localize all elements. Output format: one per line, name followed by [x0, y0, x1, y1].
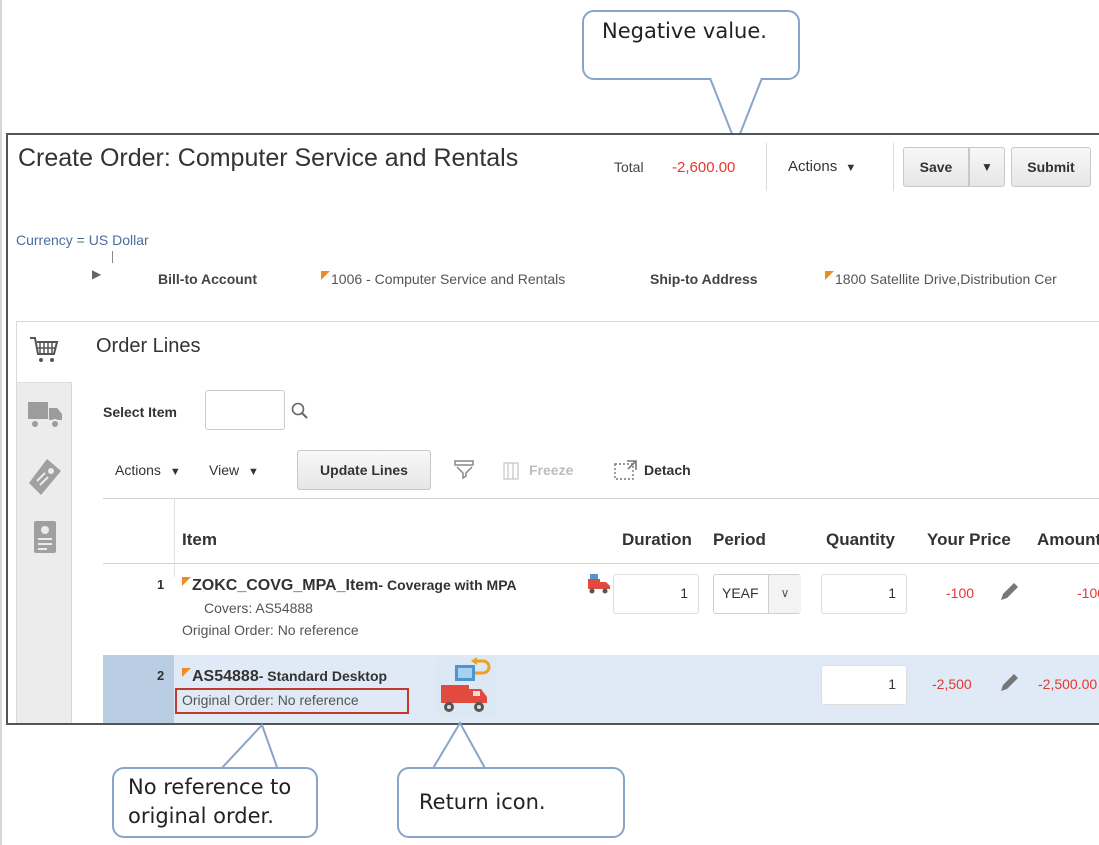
lines-actions-label: Actions	[115, 462, 161, 478]
your-price-value: -2,500	[932, 676, 972, 692]
filter-icon[interactable]	[454, 460, 476, 480]
side-tab-order-lines[interactable]	[17, 322, 72, 383]
service-truck-icon	[588, 574, 610, 594]
required-flag-icon	[321, 271, 330, 280]
callout-no-reference: No reference to original order.	[112, 767, 318, 838]
callout-negative-value-text: Negative value.	[602, 19, 767, 43]
table-row[interactable]: 1 ZOKC_COVG_MPA_Item- Coverage with MPA …	[103, 564, 1099, 654]
search-icon[interactable]	[290, 401, 310, 421]
item-code: AS54888	[192, 668, 259, 685]
total-label: Total	[614, 159, 644, 175]
select-item-label: Select Item	[103, 404, 177, 420]
order-lines-panel: Order Lines Select Item Actions ▼ View ▼…	[16, 321, 1099, 723]
caret-down-icon: ▼	[845, 162, 857, 174]
period-select[interactable]: YEAF ∨	[713, 574, 801, 614]
quantity-input[interactable]: 1	[821, 665, 907, 705]
save-label: Save	[919, 159, 953, 175]
ship-to-text: 1800 Satellite Drive,Distribution Cer	[835, 271, 1057, 287]
callout-negative-value: Negative value.	[582, 10, 800, 80]
covers-text: Covers: AS54888	[204, 600, 313, 616]
header-separator	[893, 143, 894, 191]
freeze-icon	[503, 462, 519, 480]
submit-label: Submit	[1027, 159, 1075, 175]
callout-left-pointer	[219, 723, 279, 771]
column-header-your-price[interactable]: Your Price	[927, 530, 1011, 550]
column-header-item[interactable]: Item	[182, 530, 217, 550]
amount-value: -2,500.00	[1038, 676, 1098, 692]
update-lines-label: Update Lines	[320, 462, 408, 478]
item-code: ZOKC_COVG_MPA_Item	[192, 577, 379, 594]
caret-down-icon: ▼	[247, 466, 259, 478]
page-left-border	[0, 0, 2, 845]
freeze-button[interactable]: Freeze	[529, 462, 573, 478]
page-title: Create Order: Computer Service and Renta…	[18, 144, 519, 172]
bill-to-text: 1006 - Computer Service and Rentals	[331, 271, 566, 287]
truck-icon[interactable]	[27, 400, 63, 430]
detach-button[interactable]: Detach	[644, 462, 691, 478]
item-name[interactable]: AS54888- Standard Desktop	[182, 668, 387, 686]
quantity-input[interactable]: 1	[821, 574, 907, 614]
your-price-value: -100	[946, 585, 975, 601]
period-value: YEAF	[722, 585, 759, 601]
column-header-duration[interactable]: Duration	[622, 530, 692, 550]
table-row-selected[interactable]: 2 AS54888- Standard Desktop Original Ord…	[103, 655, 1099, 723]
page-actions-label: Actions	[788, 158, 838, 175]
detach-icon[interactable]	[614, 459, 638, 481]
bill-to-label: Bill-to Account	[158, 271, 258, 287]
column-header-period[interactable]: Period	[713, 530, 766, 550]
lines-actions-menu[interactable]: Actions ▼	[115, 462, 181, 478]
page-actions-menu[interactable]: Actions ▼	[788, 158, 856, 175]
callout-right-pointer	[431, 720, 487, 771]
row-number: 2	[157, 668, 165, 683]
side-tab-strip	[17, 322, 72, 723]
cart-icon	[30, 337, 59, 362]
original-order-text: Original Order: No reference	[182, 622, 359, 638]
item-description: - Coverage with MPA	[378, 577, 517, 593]
callout-no-reference-text: No reference to original order.	[128, 775, 292, 828]
edit-pencil-icon[interactable]	[998, 672, 1020, 694]
price-tag-icon[interactable]	[27, 457, 63, 497]
save-button[interactable]: Save	[903, 147, 969, 187]
original-order-text: Original Order: No reference	[182, 692, 359, 708]
ship-to-value: 1800 Satellite Drive,Distribution Cer	[825, 271, 1057, 287]
callout-return-icon: Return icon.	[397, 767, 625, 838]
caret-down-icon: ▼	[169, 466, 181, 478]
item-description: - Standard Desktop	[258, 668, 388, 684]
column-header-amount[interactable]: Amount	[1037, 530, 1099, 550]
required-flag-icon	[182, 668, 191, 677]
required-flag-icon	[825, 271, 834, 280]
callout-return-icon-text: Return icon.	[419, 790, 546, 814]
required-flag-icon	[182, 577, 191, 586]
row-number: 1	[157, 577, 165, 592]
edit-pencil-icon[interactable]	[998, 581, 1020, 603]
item-name[interactable]: ZOKC_COVG_MPA_Item- Coverage with MPA	[182, 577, 517, 595]
order-lines-title: Order Lines	[96, 335, 201, 357]
caret-down-icon: ▼	[981, 160, 993, 174]
submit-button[interactable]: Submit	[1011, 147, 1091, 187]
duration-input[interactable]: 1	[613, 574, 699, 614]
contact-card-icon[interactable]	[33, 520, 57, 554]
cursor-marker	[112, 251, 113, 263]
table-top-border	[103, 498, 1099, 499]
amount-value: -100	[1077, 585, 1099, 601]
view-menu[interactable]: View ▼	[209, 462, 259, 478]
return-icon[interactable]	[431, 657, 497, 717]
ship-to-label: Ship-to Address	[650, 271, 758, 287]
row-number-cell	[103, 655, 174, 723]
save-menu-button[interactable]: ▼	[969, 147, 1005, 187]
create-order-window: Create Order: Computer Service and Renta…	[6, 133, 1099, 725]
view-label: View	[209, 462, 240, 478]
header-separator	[766, 143, 767, 191]
bill-to-value: 1006 - Computer Service and Rentals	[321, 271, 565, 287]
select-item-input[interactable]	[205, 390, 285, 430]
period-dropdown-button[interactable]: ∨	[768, 575, 801, 613]
column-header-quantity[interactable]: Quantity	[826, 530, 895, 550]
expand-triangle-icon[interactable]: ▶	[92, 267, 101, 281]
update-lines-button[interactable]: Update Lines	[297, 450, 431, 490]
total-value: -2,600.00	[672, 159, 736, 176]
currency-link[interactable]: Currency = US Dollar	[16, 232, 149, 248]
